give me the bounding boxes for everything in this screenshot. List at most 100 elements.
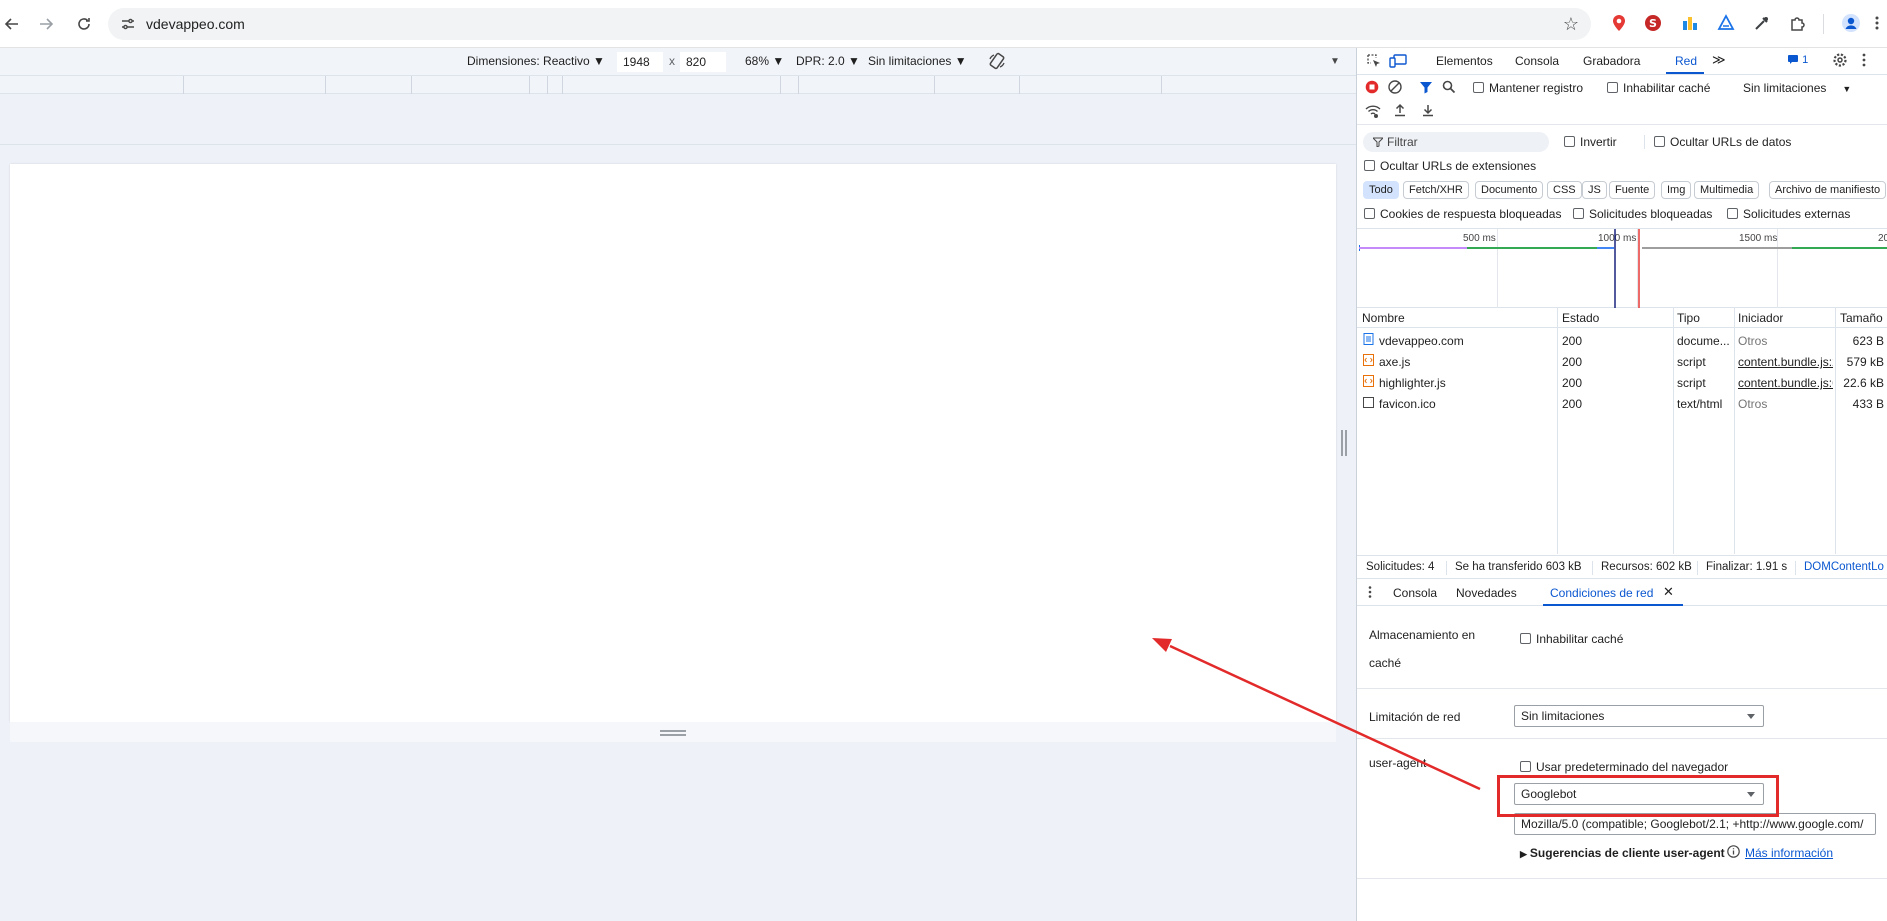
table-row[interactable]: vdevappeo.com 200 docume... Otros 623 B: [1357, 330, 1887, 350]
bar-chart-extension-icon[interactable]: [1679, 12, 1701, 34]
chip-documento[interactable]: Documento: [1475, 181, 1544, 199]
devtools-menu-dots-icon[interactable]: [1862, 52, 1866, 68]
export-har-icon[interactable]: [1421, 103, 1435, 117]
tab-elementos[interactable]: Elementos: [1436, 54, 1493, 68]
row-size: 433 B: [1852, 397, 1884, 411]
bookmark-star-icon[interactable]: ☆: [1563, 14, 1579, 35]
drawer-tab-novedades[interactable]: Novedades: [1456, 586, 1517, 600]
row-name: axe.js: [1379, 355, 1411, 369]
col-estado[interactable]: Estado: [1562, 311, 1599, 325]
chip-css[interactable]: CSS: [1547, 181, 1582, 199]
col-tamano[interactable]: Tamaño: [1840, 311, 1883, 325]
clear-icon[interactable]: [1388, 80, 1402, 94]
profile-icon[interactable]: [1840, 12, 1862, 34]
chip-multimedia[interactable]: Multimedia: [1694, 181, 1760, 199]
chip-fuente[interactable]: Fuente: [1609, 181, 1656, 199]
search-icon[interactable]: [1442, 80, 1456, 94]
tab-consola[interactable]: Consola: [1515, 54, 1559, 68]
summary-resources: Recursos: 602 kB: [1601, 561, 1692, 573]
resize-handle-icon[interactable]: [660, 730, 686, 736]
issues-count: 1: [1802, 54, 1809, 66]
viewport-divider: [0, 144, 1356, 145]
height-input[interactable]: 820: [680, 52, 726, 72]
table-row[interactable]: axe.js 200 script content.bundle.js:2 57…: [1357, 351, 1887, 371]
chip-manifest[interactable]: Archivo de manifiesto: [1769, 181, 1887, 199]
site-info-icon[interactable]: [120, 16, 136, 32]
filter-funnel-icon[interactable]: [1419, 80, 1433, 94]
address-bar[interactable]: vdevappeo.com ☆: [108, 8, 1591, 40]
row-size: 22.6 kB: [1843, 376, 1884, 390]
url-text[interactable]: vdevappeo.com: [146, 16, 245, 32]
forward-arrow-icon[interactable]: [34, 12, 58, 36]
device-more-dropdown[interactable]: ▼: [1330, 56, 1340, 67]
col-nombre[interactable]: Nombre: [1362, 311, 1405, 325]
table-row[interactable]: favicon.ico 200 text/html Otros 433 B: [1357, 393, 1887, 413]
close-icon[interactable]: ✕: [1663, 584, 1674, 600]
reload-icon[interactable]: [72, 12, 96, 36]
invert-label: Invertir: [1580, 135, 1617, 149]
nc-disable-cache-checkbox[interactable]: Inhabilitar caché: [1520, 632, 1623, 646]
throttle-dropdown[interactable]: Sin limitaciones ▼: [868, 54, 967, 68]
settings-gear-icon[interactable]: [1832, 52, 1848, 68]
initiator-link[interactable]: content.bundle.js:6: [1738, 376, 1833, 390]
table-row[interactable]: highlighter.js 200 script content.bundle…: [1357, 372, 1887, 392]
col-iniciador[interactable]: Iniciador: [1738, 311, 1783, 325]
tab-grabadora[interactable]: Grabadora: [1583, 54, 1640, 68]
dimensions-dropdown[interactable]: Dimensiones: Reactivo ▼: [467, 54, 605, 68]
location-pin-icon[interactable]: [1608, 12, 1630, 34]
third-party-checkbox[interactable]: Solicitudes externas: [1727, 207, 1850, 221]
drawer-tab-network-conditions[interactable]: Condiciones de red: [1550, 586, 1653, 600]
initiator-link[interactable]: content.bundle.js:2: [1738, 355, 1833, 369]
issues-badge[interactable]: 1: [1787, 54, 1808, 66]
seo-s-extension-icon[interactable]: S: [1642, 12, 1664, 34]
chip-fetch-xhr[interactable]: Fetch/XHR: [1403, 181, 1469, 199]
blocked-cookies-checkbox[interactable]: Cookies de respuesta bloqueadas: [1364, 207, 1561, 221]
inspect-element-icon[interactable]: [1366, 53, 1382, 69]
hide-extension-urls-checkbox[interactable]: Ocultar URLs de extensiones: [1364, 159, 1536, 173]
menu-dots-icon[interactable]: [1866, 12, 1887, 34]
invert-checkbox[interactable]: Invertir: [1564, 135, 1617, 149]
eyedropper-extension-icon[interactable]: [1751, 12, 1773, 34]
dpr-dropdown[interactable]: DPR: 2.0 ▼: [796, 54, 860, 68]
device-toggle-icon[interactable]: [1389, 53, 1407, 69]
row-type: script: [1677, 376, 1706, 390]
more-tabs-icon[interactable]: ≫: [1712, 52, 1726, 68]
media-query-ruler: [0, 76, 1356, 94]
timeline-bars: [1359, 229, 1887, 309]
back-arrow-icon[interactable]: [0, 12, 24, 36]
record-stop-icon[interactable]: [1365, 80, 1379, 94]
extensions-puzzle-icon[interactable]: [1787, 12, 1809, 34]
blocked-requests-label: Solicitudes bloqueadas: [1589, 207, 1713, 221]
preserve-log-checkbox[interactable]: Mantener registro: [1473, 81, 1583, 95]
network-conditions-wifi-icon[interactable]: [1365, 104, 1381, 118]
resize-bottom-bar[interactable]: [10, 722, 1336, 742]
network-overview-timeline[interactable]: 500 ms 1000 ms 1500 ms 20: [1357, 228, 1887, 309]
blocked-requests-checkbox[interactable]: Solicitudes bloqueadas: [1573, 207, 1712, 221]
chip-js[interactable]: JS: [1582, 181, 1607, 199]
more-info-link[interactable]: Más información: [1745, 846, 1833, 860]
col-tipo[interactable]: Tipo: [1677, 311, 1700, 325]
blocked-cookies-label: Cookies de respuesta bloqueadas: [1380, 207, 1562, 221]
device-toolbar: Dimensiones: Reactivo ▼ 1948 x 820 68% ▼…: [0, 48, 1356, 76]
chevron-down-icon: [1747, 714, 1755, 719]
import-har-icon[interactable]: [1393, 103, 1407, 117]
client-hints-toggle[interactable]: ▶ Sugerencias de cliente user-agent: [1520, 846, 1725, 860]
network-throttling-select[interactable]: Sin limitaciones: [1514, 705, 1764, 727]
use-default-ua-checkbox[interactable]: Usar predeterminado del navegador: [1520, 760, 1728, 774]
width-input[interactable]: 1948: [617, 52, 663, 72]
chip-img[interactable]: Img: [1661, 181, 1692, 199]
rotate-icon[interactable]: [988, 52, 1006, 70]
network-conditions-panel: Almacenamiento en caché Inhabilitar cach…: [1357, 606, 1887, 921]
chip-todo[interactable]: Todo: [1363, 181, 1399, 199]
zoom-dropdown[interactable]: 68% ▼: [745, 54, 784, 68]
filter-input[interactable]: Filtrar: [1363, 132, 1549, 152]
hide-data-urls-checkbox[interactable]: Ocultar URLs de datos: [1654, 135, 1791, 149]
tab-red[interactable]: Red: [1675, 54, 1697, 68]
drawer-tab-consola[interactable]: Consola: [1393, 586, 1437, 600]
triangle-extension-icon[interactable]: [1715, 12, 1737, 34]
drawer-menu-dots-icon[interactable]: [1368, 585, 1372, 599]
throttling-dropdown[interactable]: Sin limitaciones ▼: [1743, 81, 1851, 95]
resize-side-handle-icon[interactable]: [1341, 430, 1347, 456]
disable-cache-checkbox[interactable]: Inhabilitar caché: [1607, 81, 1710, 95]
emulated-page[interactable]: [10, 164, 1336, 722]
